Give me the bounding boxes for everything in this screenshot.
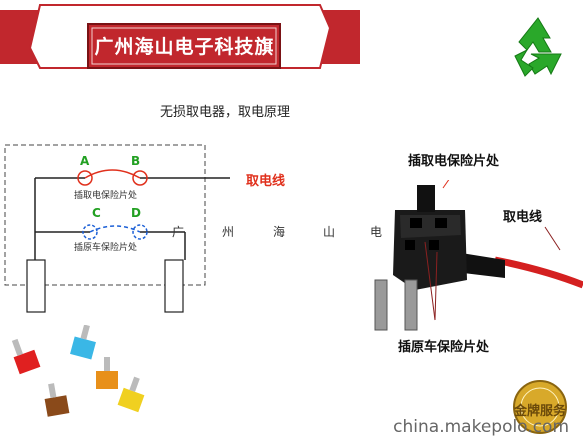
blade-fuses-photo xyxy=(11,325,145,417)
watermark-char: 广 xyxy=(172,225,185,239)
page-subtitle: 无损取电器，取电原理 xyxy=(159,105,290,120)
upper-fuse-label: 插取电保险片处 xyxy=(74,191,138,201)
output-wire-label: 取电线 xyxy=(246,174,286,189)
label-b: B xyxy=(131,154,141,168)
watermark-char: 山 xyxy=(323,225,336,239)
lower-fuse-label: 插原车保险片处 xyxy=(74,243,138,253)
photo-label-right: 取电线 xyxy=(503,210,543,225)
label-c: C xyxy=(92,206,101,220)
watermark-char: 海 xyxy=(273,225,286,239)
photo-label-bottom: 插原车保险片处 xyxy=(398,340,490,355)
watermark-char: 州 xyxy=(222,225,235,239)
fuse-tap-photo xyxy=(374,180,583,331)
shop-title: 广州海山电子科技旗舰店 xyxy=(94,36,275,96)
recycle-icon xyxy=(514,17,562,77)
label-a: A xyxy=(80,154,90,168)
circuit-diagram xyxy=(4,144,230,313)
photo-label-top: 插取电保险片处 xyxy=(408,154,500,169)
site-watermark[interactable]: china.makepolo.com xyxy=(393,417,569,437)
label-d: D xyxy=(131,206,141,220)
